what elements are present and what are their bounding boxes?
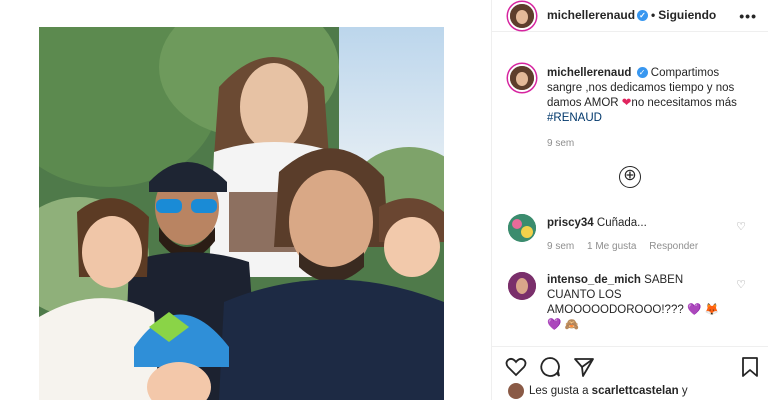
- comment-username[interactable]: intenso_de_mich: [547, 274, 641, 286]
- comment-likes-count[interactable]: 1 Me gusta: [587, 241, 636, 252]
- comment-emoji: 💜 🦊: [686, 304, 719, 316]
- comment-text: Cuñada...: [596, 217, 647, 229]
- comment-like-heart-icon[interactable]: ♡: [736, 220, 746, 233]
- caption-avatar[interactable]: [508, 64, 536, 92]
- comment-emoji-line2: 💜 🙈: [547, 319, 579, 331]
- verified-badge-icon: ✓: [636, 67, 648, 78]
- comment-username[interactable]: priscy34: [547, 217, 594, 229]
- comment-item: priscy34 Cuñada...: [547, 216, 732, 231]
- avatar-image: [508, 272, 536, 300]
- likes-prefix: Les gusta a: [529, 385, 589, 397]
- caption-text-after: no necesitamos más: [631, 97, 737, 109]
- red-heart-emoji: ❤: [621, 97, 632, 109]
- author-avatar[interactable]: [508, 2, 536, 30]
- likes-summary: Les gusta a scarlettcastelan y: [529, 385, 688, 397]
- paper-plane-icon[interactable]: [572, 355, 596, 379]
- post-header: michellerenaud ✓ • Siguiendo •••: [492, 0, 768, 32]
- caption-username[interactable]: michellerenaud: [547, 67, 631, 79]
- comment-like-heart-icon[interactable]: ♡: [736, 278, 746, 291]
- commenter-avatar[interactable]: [508, 214, 536, 242]
- post-details-panel: michellerenaud ✓ • Siguiendo ••• michellere…: [491, 0, 768, 400]
- commenter-avatar[interactable]: [508, 272, 536, 300]
- separator-dot: •: [651, 8, 656, 22]
- post-photo[interactable]: [39, 27, 444, 400]
- avatar-image: [508, 214, 536, 242]
- family-photo-illustration: [39, 27, 444, 400]
- caption-hashtag[interactable]: #RENAUD: [547, 112, 602, 124]
- avatar-image: [510, 66, 534, 90]
- avatar-image: [510, 4, 534, 28]
- header-user-line: michellerenaud ✓ • Siguiendo: [547, 8, 716, 22]
- likes-suffix: y: [681, 385, 688, 397]
- follow-status-button[interactable]: Siguiendo: [658, 8, 716, 22]
- reply-button[interactable]: Responder: [649, 241, 698, 252]
- comment-item: intenso_de_mich SABEN CUANTO LOS AMOOOOO…: [547, 273, 732, 333]
- more-options-icon[interactable]: •••: [739, 8, 757, 24]
- heart-outline-icon[interactable]: [504, 355, 528, 379]
- post-caption: michellerenaud ✓ Compartimos sangre ,nos…: [547, 66, 757, 151]
- author-username[interactable]: michellerenaud: [547, 8, 635, 22]
- verified-badge-icon: ✓: [637, 10, 649, 21]
- comment-bubble-icon[interactable]: [538, 355, 562, 379]
- caption-time: 9 sem: [547, 138, 575, 149]
- comment-time: 9 sem: [547, 241, 575, 252]
- load-more-comments-icon[interactable]: ⊕: [619, 166, 641, 188]
- post-media-area: [0, 0, 491, 400]
- comment-meta: 9 sem 1 Me gusta Responder: [547, 241, 708, 252]
- bookmark-icon[interactable]: [738, 355, 762, 379]
- liker-username[interactable]: scarlettcastelan: [592, 385, 679, 397]
- liker-avatar[interactable]: [508, 383, 524, 399]
